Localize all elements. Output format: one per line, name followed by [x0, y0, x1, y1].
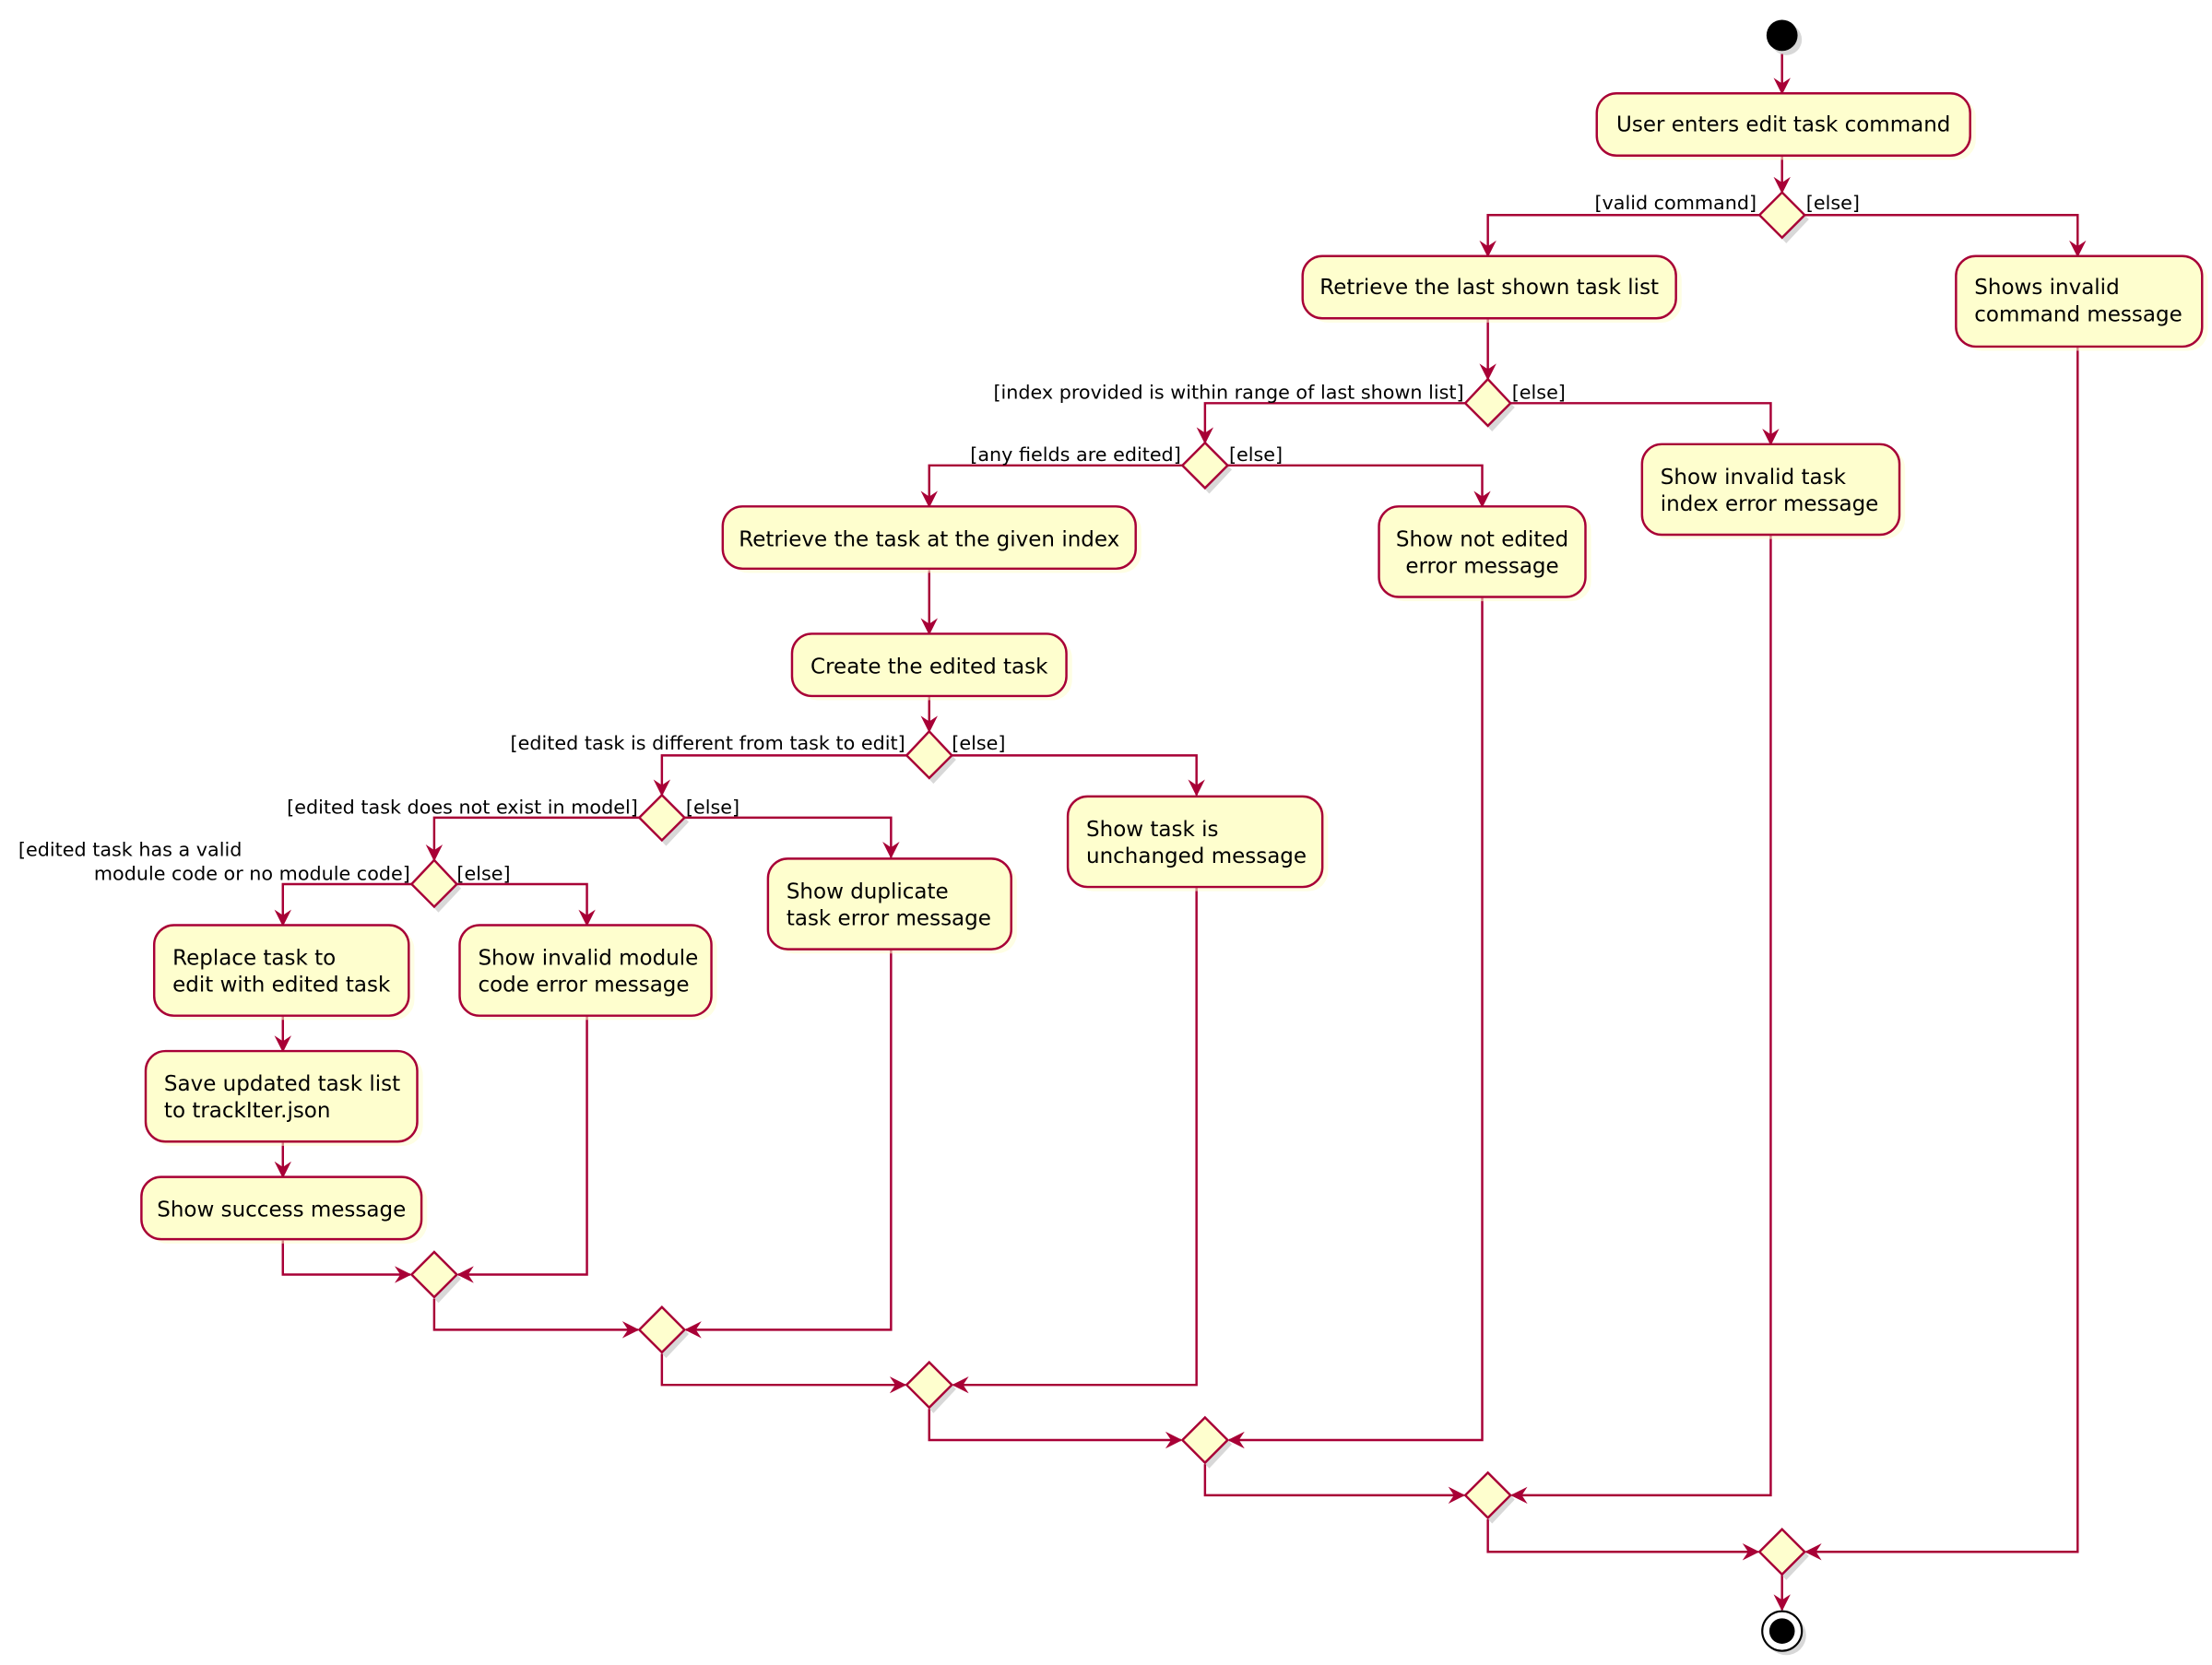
- activity-label: Retrieve the last shown task list: [1319, 276, 1659, 300]
- edge-decision5-else: [684, 816, 900, 859]
- activity-label: Show invalid module: [478, 946, 698, 970]
- guard-valid-command: [valid command]: [1594, 192, 1757, 214]
- activity-label: Show duplicate: [787, 880, 949, 903]
- start-circle-icon: [1766, 19, 1798, 52]
- activity-show-unchanged: Show task is unchanged message: [1066, 795, 1329, 892]
- decision-valid-command: [1757, 190, 1809, 243]
- activity-label: User enters edit task command: [1616, 113, 1950, 137]
- merge-d: [1180, 1415, 1233, 1469]
- edge-decision2-else: [1510, 402, 1780, 446]
- edge-decision3-else: [1227, 464, 1491, 508]
- activity-replace-task: Replace task to edit with edited task: [152, 924, 415, 1021]
- activity-label: unchanged message: [1086, 844, 1307, 868]
- merge-f: [1757, 1527, 1809, 1580]
- activity-label: Save updated task list: [164, 1072, 400, 1096]
- activity-save-list: Save updated task list to trackIter.json: [144, 1049, 423, 1146]
- guard-else: [else]: [952, 732, 1005, 754]
- edge-decision6-valid: [274, 882, 412, 927]
- activity-retrieve-task: Retrieve the task at the given index: [721, 505, 1141, 573]
- activity-label: Show invalid task: [1661, 466, 1847, 490]
- activity-label: Retrieve the task at the given index: [739, 527, 1119, 551]
- guard-index-in-range: [index provided is within range of last …: [993, 382, 1463, 404]
- decision-fields-edited: [1180, 441, 1233, 494]
- guard-not-exist: [edited task does not exist in model]: [287, 796, 638, 818]
- decision-not-exist: [637, 793, 690, 846]
- merge-c: [905, 1360, 956, 1413]
- activity-show-invalid-index: Show invalid task index error message: [1640, 443, 1906, 539]
- edge-decision5-not-exist: [425, 816, 640, 862]
- end-node: [1761, 1610, 1806, 1656]
- edge-decision4-else: [952, 754, 1205, 797]
- guard-valid-module-line2: module code or no module code]: [94, 862, 410, 884]
- activity-label: Shows invalid: [1974, 276, 2119, 300]
- merge-e: [1463, 1470, 1515, 1524]
- activity-label: error message: [1405, 554, 1558, 578]
- activity-label: Show success message: [157, 1199, 406, 1222]
- guard-else: [else]: [456, 862, 510, 884]
- edge-mergeD-to-mergeE: [1203, 1464, 1466, 1505]
- edge-mergeC-to-mergeD: [928, 1409, 1183, 1449]
- activity-create-edited: Create the edited task: [790, 632, 1072, 701]
- edge-mergeB-to-mergeC: [660, 1353, 907, 1394]
- decision-valid-module: [409, 858, 462, 913]
- activity-retrieve-list: Retrieve the last shown task list: [1301, 254, 1682, 323]
- edge-decision6-else: [456, 882, 596, 927]
- activity-label: Show not edited: [1396, 527, 1568, 551]
- activity-show-invalid-module: Show invalid module code error message: [458, 924, 717, 1021]
- activity-label: command message: [1974, 302, 2182, 326]
- edge-duplicate-to-mergeB: [684, 949, 893, 1339]
- edge-not-edited-to-mergeD: [1227, 596, 1484, 1449]
- edge-invalid-index-to-mergeE: [1510, 535, 1772, 1505]
- activity-diagram: User enters edit task command Retrieve t…: [18, 19, 2208, 1656]
- merge-nodes: [409, 1250, 1809, 1580]
- decision-index-range: [1463, 377, 1515, 431]
- guard-fields-edited: [any fields are edited]: [970, 443, 1180, 466]
- edge-mergeA-to-mergeB: [432, 1298, 640, 1339]
- decision-task-different: [905, 729, 956, 785]
- edge-decision4-different: [653, 754, 907, 797]
- activity-show-success: Show success message: [140, 1175, 428, 1244]
- edge-mergeE-to-mergeF: [1486, 1518, 1760, 1561]
- edge-invalid-module-to-mergeA: [456, 1015, 588, 1283]
- edge-decision2-in-range: [1196, 402, 1466, 444]
- activity-label: Create the edited task: [810, 655, 1048, 679]
- activity-label: code error message: [478, 974, 689, 998]
- edge-success-to-mergeA: [281, 1240, 412, 1283]
- guard-else: [else]: [1806, 192, 1860, 214]
- activity-label: Show task is: [1086, 818, 1218, 842]
- guard-else: [else]: [1512, 382, 1566, 404]
- edge-unchanged-to-mergeC: [952, 887, 1198, 1394]
- activity-label: task error message: [787, 907, 991, 931]
- activity-label: edit with edited task: [172, 974, 391, 998]
- merge-a: [409, 1250, 462, 1304]
- activity-label: to trackIter.json: [164, 1099, 331, 1123]
- guard-else: [else]: [686, 796, 739, 818]
- edge-decision1-valid: [1479, 214, 1760, 258]
- edge-decision1-else: [1804, 214, 2087, 258]
- guard-else: [else]: [1229, 443, 1283, 466]
- merge-b: [637, 1305, 690, 1359]
- guard-task-different: [edited task is different from task to e…: [511, 732, 905, 754]
- edge-decision3-edited: [920, 464, 1183, 508]
- activity-show-duplicate: Show duplicate task error message: [766, 857, 1017, 954]
- activity-show-not-edited: Show not edited error message: [1378, 505, 1591, 602]
- activity-shows-invalid-command: Shows invalid command message: [1955, 254, 2208, 351]
- activity-label: index error message: [1661, 492, 1879, 516]
- activity-label: Replace task to: [172, 946, 336, 970]
- start-node: [1766, 19, 1803, 55]
- guard-valid-module-line1: [edited task has a valid: [18, 838, 242, 860]
- activity-user-enters: User enters edit task command: [1595, 92, 1976, 160]
